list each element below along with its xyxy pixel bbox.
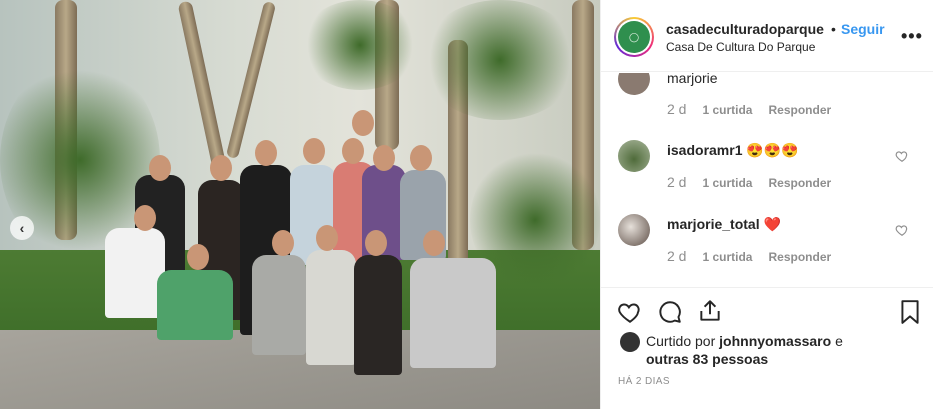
person-head	[365, 230, 387, 256]
profile-avatar[interactable]: ◯	[614, 17, 654, 57]
post-side-panel: ◯ casadeculturadoparque • Seguir Casa De…	[600, 0, 933, 409]
comment-likes[interactable]: 1 curtida	[702, 174, 752, 190]
separator-dot: •	[831, 21, 836, 37]
post-date[interactable]: HÁ 2 DIAS	[618, 376, 670, 387]
likes-middle: e	[831, 333, 843, 349]
foliage	[300, 0, 420, 90]
liker-username[interactable]: johnnyomassaro	[719, 333, 831, 349]
comment-meta: 2 d 1 curtida Responder	[667, 101, 831, 117]
likes-prefix: Curtido por	[646, 333, 720, 349]
comment-likes[interactable]: 1 curtida	[702, 248, 752, 264]
person-head	[373, 145, 395, 171]
person-head	[149, 155, 171, 181]
post-photo[interactable]: ‹	[0, 0, 600, 409]
person-head	[410, 145, 432, 171]
like-comment-heart-icon[interactable]	[895, 223, 909, 237]
reply-button[interactable]: Responder	[768, 101, 831, 117]
comment-username[interactable]: marjorie_total	[667, 216, 760, 232]
follow-button[interactable]: Seguir	[841, 21, 885, 37]
person	[306, 250, 356, 365]
comment-avatar[interactable]	[618, 140, 650, 172]
reply-button[interactable]: Responder	[768, 174, 831, 190]
comment-likes[interactable]: 1 curtida	[702, 101, 752, 117]
comment-text[interactable]: marjorie	[667, 73, 718, 86]
comment-avatar[interactable]	[618, 214, 650, 246]
person	[410, 258, 496, 368]
person	[252, 255, 306, 355]
share-icon[interactable]	[697, 298, 723, 324]
person-head	[342, 138, 364, 164]
liker-avatar[interactable]	[620, 332, 640, 352]
person-head	[303, 138, 325, 164]
comment-avatar[interactable]	[618, 73, 650, 95]
instagram-post: ‹ ◯ casadeculturadoparque • Seguir Casa …	[0, 0, 933, 409]
comment-text: ❤️	[763, 216, 781, 232]
like-comment-heart-icon[interactable]	[895, 149, 909, 163]
post-header: ◯ casadeculturadoparque • Seguir Casa De…	[601, 0, 933, 72]
post-actions: Curtido por johnnyomassaro e outras 83 p…	[601, 287, 933, 409]
profile-logo: ◯	[618, 21, 650, 53]
more-options-icon[interactable]: •••	[901, 26, 923, 47]
person-head	[255, 140, 277, 166]
person-head	[210, 155, 232, 181]
person-head	[272, 230, 294, 256]
likes-summary: Curtido por johnnyomassaro e outras 83 p…	[646, 332, 916, 368]
like-heart-icon[interactable]	[617, 299, 643, 325]
foliage	[420, 0, 580, 120]
chevron-left-icon: ‹	[19, 220, 25, 236]
person-head	[423, 230, 445, 256]
person	[157, 270, 233, 340]
comment-time[interactable]: 2 d	[667, 174, 686, 190]
comment-meta: 2 d 1 curtida Responder	[667, 248, 831, 264]
comment-time[interactable]: 2 d	[667, 101, 686, 117]
person-head	[352, 110, 374, 136]
comment-text: 😍😍😍	[746, 142, 799, 158]
previous-image-button[interactable]: ‹	[10, 216, 34, 240]
others-likes-link[interactable]: outras 83 pessoas	[646, 351, 768, 367]
comment-meta: 2 d 1 curtida Responder	[667, 174, 831, 190]
profile-username[interactable]: casadeculturadoparque	[666, 21, 824, 37]
person	[354, 255, 402, 375]
comment-bubble-icon[interactable]	[657, 299, 683, 325]
comment-username[interactable]: isadoramr1	[667, 142, 742, 158]
person-head	[316, 225, 338, 251]
post-location[interactable]: Casa De Cultura Do Parque	[666, 40, 815, 54]
comment-time[interactable]: 2 d	[667, 248, 686, 264]
person-head	[187, 244, 209, 270]
comments-list[interactable]: marjorie 2 d 1 curtida Responder isadora…	[601, 73, 933, 286]
person-head	[134, 205, 156, 231]
bookmark-icon[interactable]	[897, 299, 923, 325]
reply-button[interactable]: Responder	[768, 248, 831, 264]
person	[105, 228, 165, 318]
